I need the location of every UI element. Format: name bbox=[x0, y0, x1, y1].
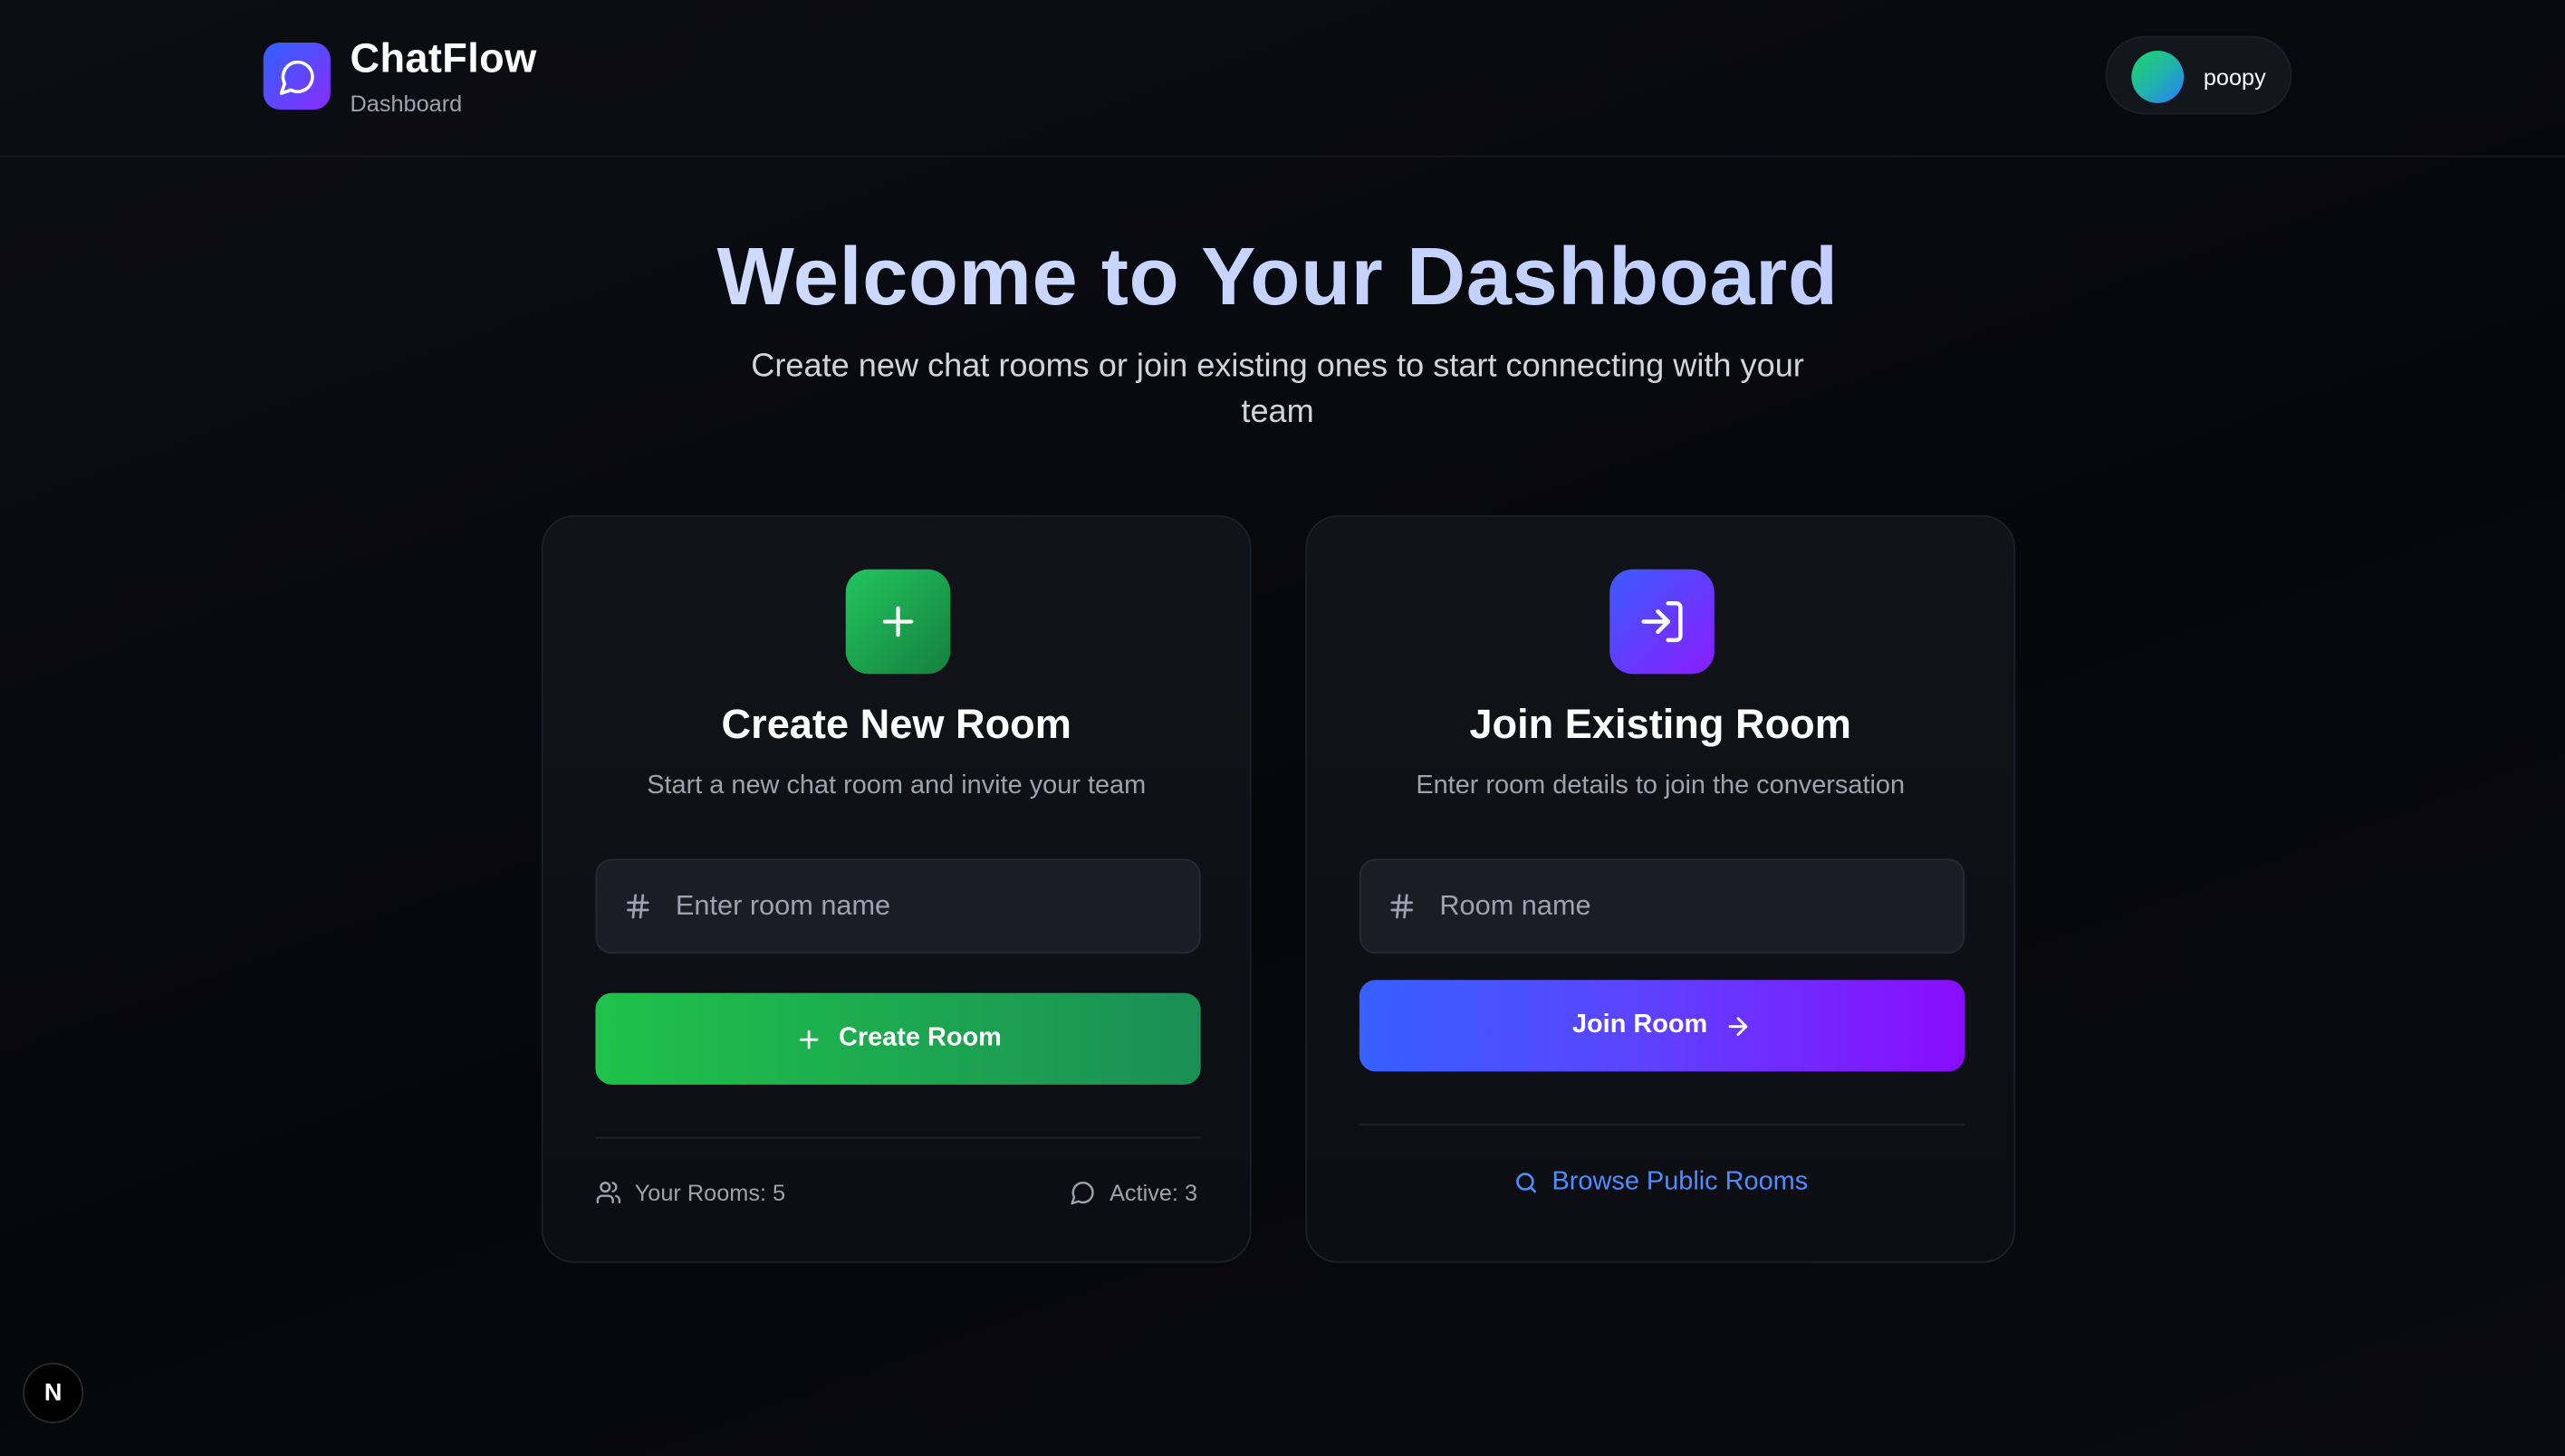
create-room-button[interactable]: Create Room bbox=[595, 992, 1201, 1085]
create-room-title: Create New Room bbox=[721, 702, 1071, 748]
browse-public-rooms-link[interactable]: Browse Public Rooms bbox=[1307, 1168, 2013, 1198]
avatar bbox=[2131, 51, 2185, 103]
create-room-button-label: Create Room bbox=[838, 1023, 1002, 1052]
join-room-description: Enter room details to join the conversat… bbox=[1416, 771, 1906, 800]
arrow-right-icon bbox=[1728, 1016, 1748, 1036]
hash-icon bbox=[627, 894, 649, 919]
chat-bubble-icon bbox=[278, 59, 313, 94]
users-icon bbox=[596, 1182, 621, 1204]
app-logo[interactable] bbox=[263, 42, 331, 110]
active-stat: Active: 3 bbox=[1071, 1180, 1197, 1206]
search-icon bbox=[1515, 1173, 1536, 1193]
create-room-input-wrapper bbox=[595, 858, 1201, 954]
join-room-name-input[interactable] bbox=[1439, 860, 1947, 953]
page: ChatFlow Dashboard poopy Welcome to Your… bbox=[0, 0, 2565, 1456]
plus-icon bbox=[799, 1029, 818, 1049]
card-divider bbox=[595, 1136, 1201, 1139]
your-rooms-label: Your Rooms: 5 bbox=[634, 1179, 786, 1206]
create-room-card: Create New Room Start a new chat room an… bbox=[541, 515, 1252, 1263]
hash-icon bbox=[1390, 894, 1414, 919]
chat-bubble-icon bbox=[1071, 1182, 1095, 1205]
create-room-description: Start a new chat room and invite your te… bbox=[647, 771, 1147, 800]
brand-subtitle: Dashboard bbox=[350, 90, 463, 117]
join-room-button[interactable]: Join Room bbox=[1359, 980, 1965, 1072]
join-room-input-wrapper bbox=[1359, 858, 1965, 954]
username: poopy bbox=[2203, 63, 2266, 91]
browse-public-rooms-label: Browse Public Rooms bbox=[1551, 1167, 1809, 1196]
join-room-title: Join Existing Room bbox=[1469, 702, 1851, 748]
page-title: Welcome to Your Dashboard bbox=[0, 229, 2555, 324]
user-menu-button[interactable]: poopy bbox=[2105, 35, 2292, 115]
nextjs-dev-badge[interactable]: N bbox=[23, 1362, 84, 1423]
your-rooms-stat: Your Rooms: 5 bbox=[595, 1180, 785, 1206]
brand-title: ChatFlow bbox=[350, 35, 537, 82]
nextjs-badge-label: N bbox=[43, 1379, 62, 1407]
plus-icon bbox=[882, 606, 914, 637]
join-room-card: Join Existing Room Enter room details to… bbox=[1305, 515, 2016, 1263]
join-room-button-label: Join Room bbox=[1571, 1011, 1708, 1039]
card-divider bbox=[1359, 1124, 1965, 1126]
join-room-badge bbox=[1609, 569, 1715, 675]
active-label: Active: 3 bbox=[1110, 1179, 1198, 1206]
create-room-badge bbox=[845, 569, 951, 675]
room-name-input[interactable] bbox=[675, 860, 1183, 953]
log-in-icon bbox=[1641, 600, 1683, 643]
top-header: ChatFlow Dashboard poopy bbox=[0, 0, 2565, 158]
page-subtitle: Create new chat rooms or join existing o… bbox=[751, 348, 1804, 431]
